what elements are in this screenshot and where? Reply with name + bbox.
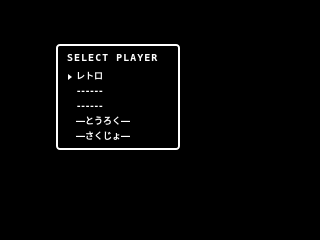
- dialog-title: SELECT PLAYER: [67, 53, 159, 64]
- select-player-dialog: SELECT PLAYER レトロ ------ ------ ―とうろく― ―…: [56, 44, 180, 150]
- player-slot-label: レトロ: [76, 72, 104, 82]
- player-slot-2[interactable]: ------: [68, 87, 130, 102]
- register-option[interactable]: ―とうろく―: [68, 117, 130, 132]
- player-slot-label: ------: [76, 87, 103, 97]
- cursor-arrow-icon: [68, 74, 72, 80]
- register-option-label: ―とうろく―: [76, 117, 131, 127]
- player-slot-3[interactable]: ------: [68, 102, 130, 117]
- player-slot-list: レトロ ------ ------ ―とうろく― ―さくじょ―: [68, 72, 130, 147]
- game-screen: SELECT PLAYER レトロ ------ ------ ―とうろく― ―…: [0, 0, 240, 224]
- player-slot-label: ------: [76, 102, 103, 112]
- delete-option[interactable]: ―さくじょ―: [68, 132, 130, 147]
- player-slot-1[interactable]: レトロ: [68, 72, 130, 87]
- delete-option-label: ―さくじょ―: [76, 132, 131, 142]
